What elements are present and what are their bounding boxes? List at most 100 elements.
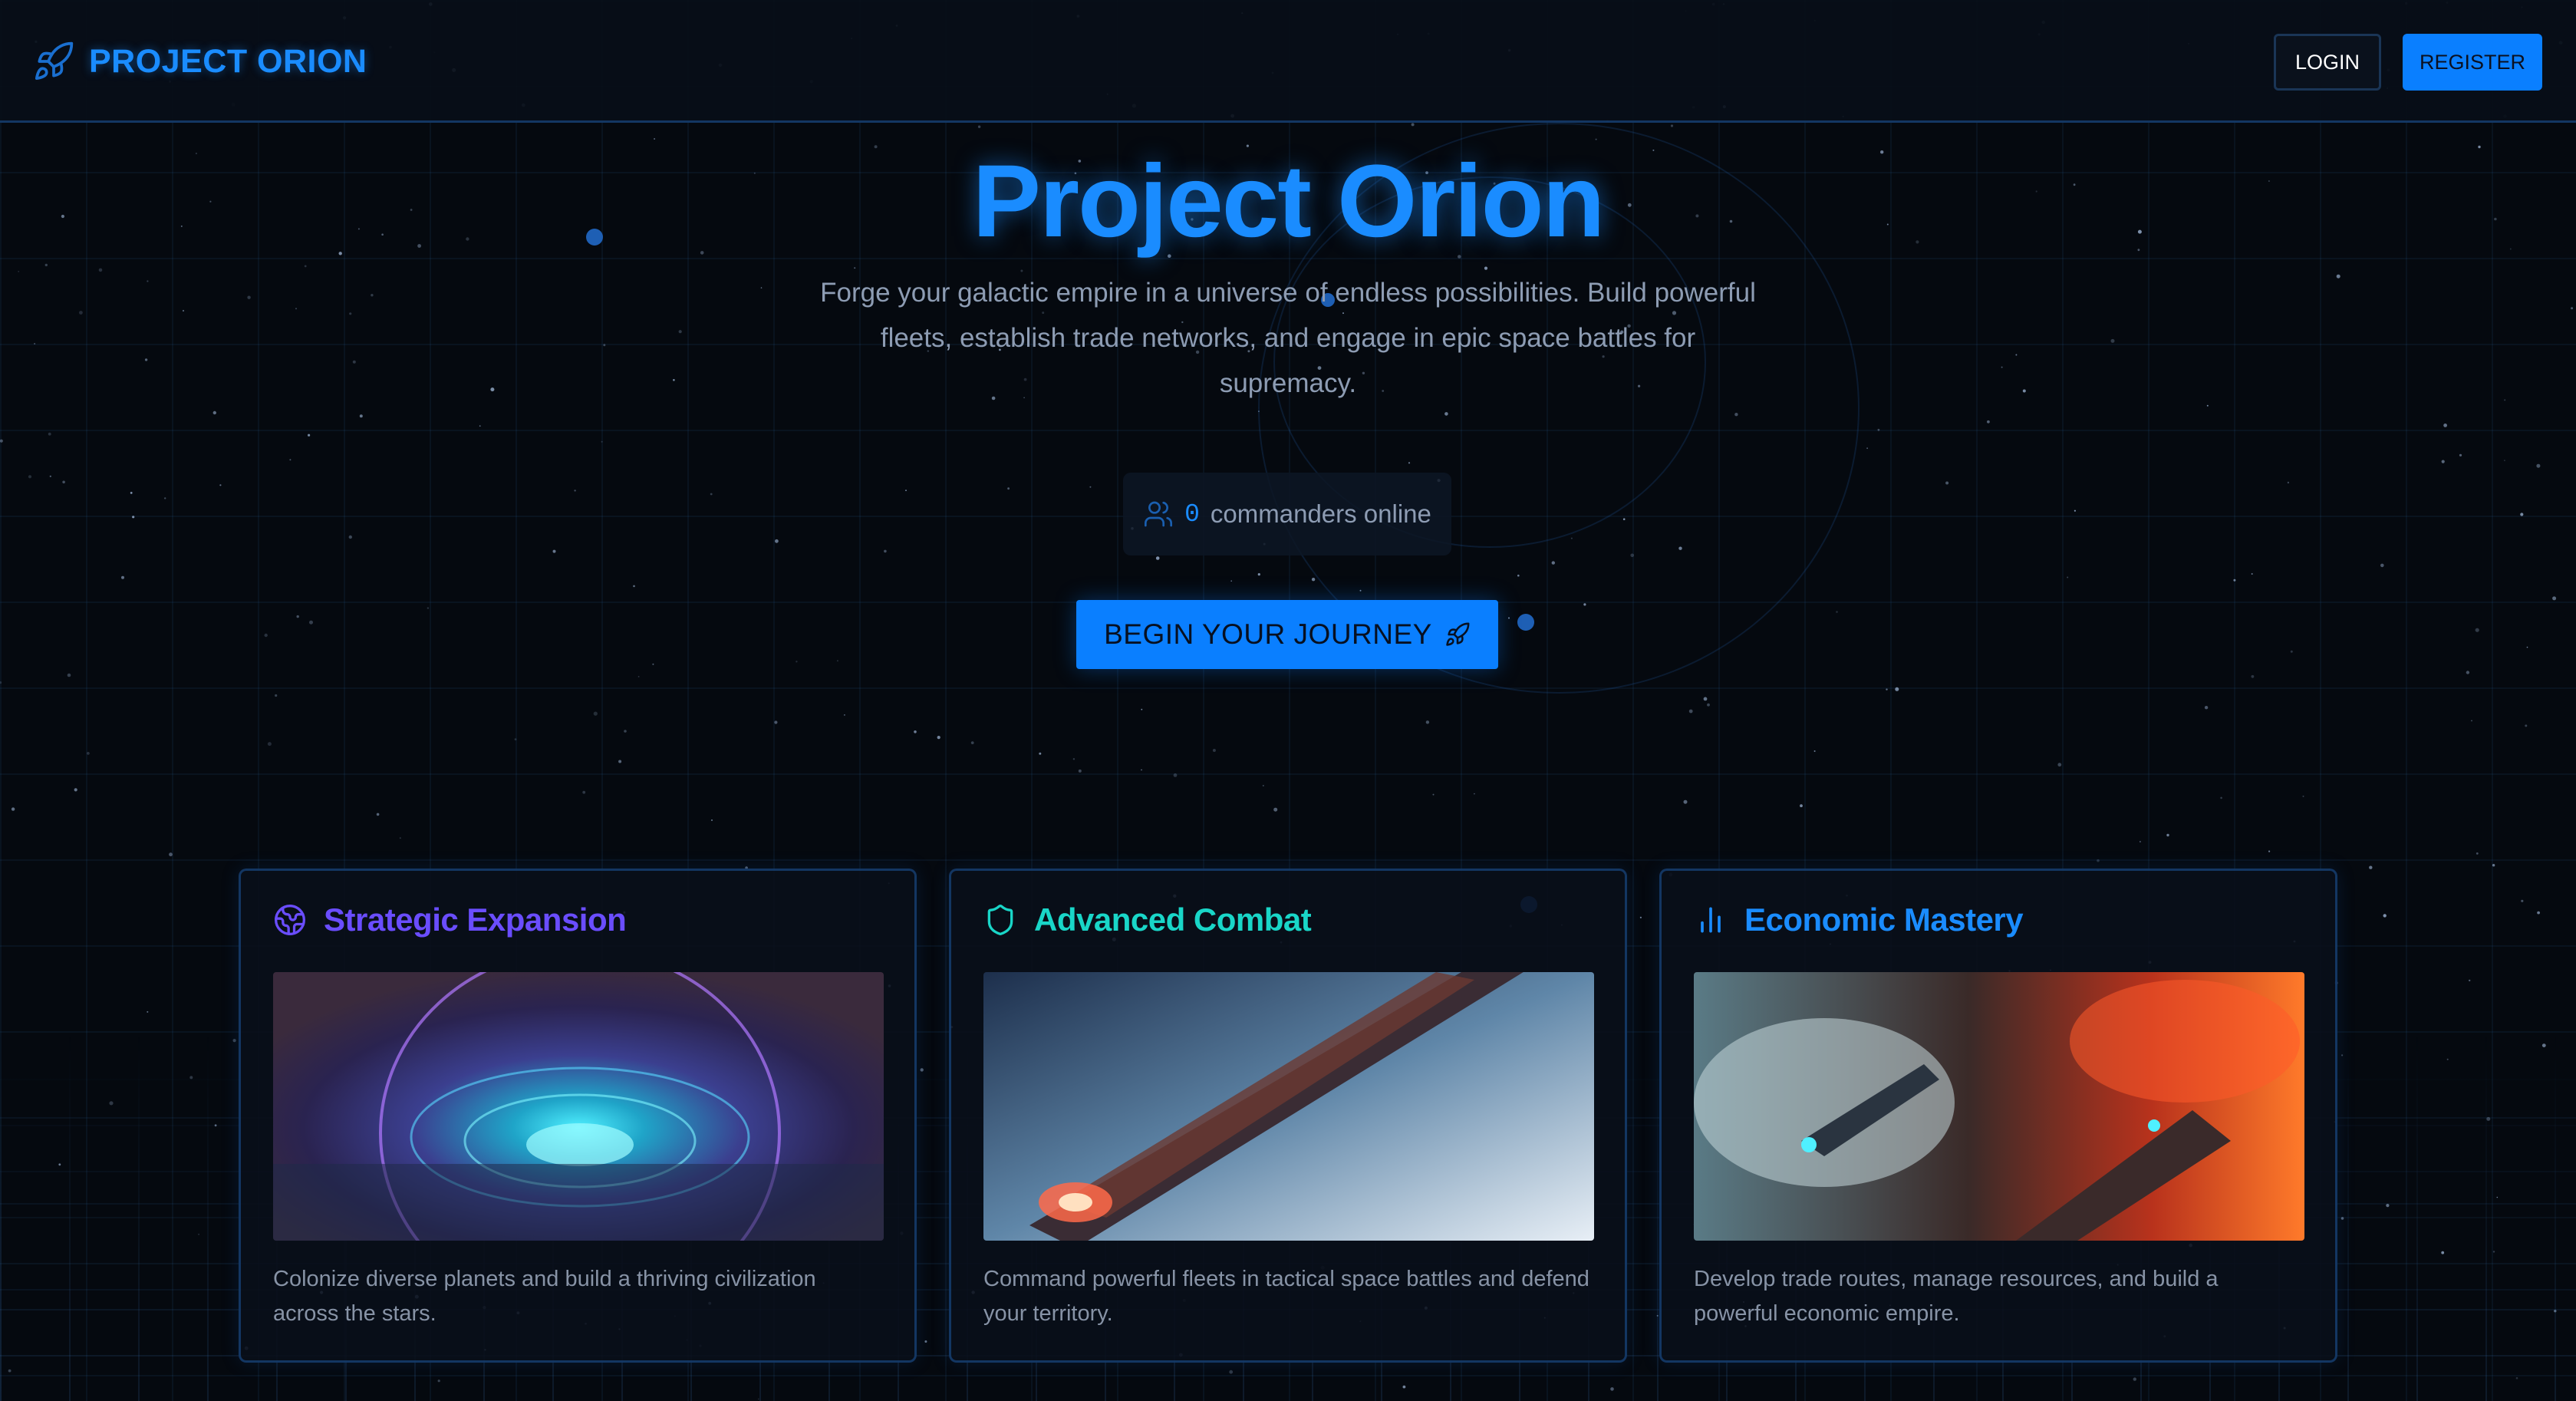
star bbox=[2441, 460, 2445, 463]
star bbox=[296, 615, 299, 618]
star bbox=[582, 790, 586, 794]
feature-card-economic-mastery: Economic Mastery Develop trade routes, m… bbox=[1659, 869, 2337, 1363]
bar-chart-icon bbox=[1701, 907, 1721, 933]
star bbox=[1425, 720, 1430, 724]
star bbox=[2443, 424, 2448, 427]
star bbox=[1987, 420, 1990, 424]
star bbox=[514, 738, 517, 740]
star bbox=[11, 807, 15, 811]
begin-journey-button[interactable]: BEGIN YOUR JOURNEY bbox=[1076, 600, 1498, 669]
star bbox=[618, 760, 622, 763]
star bbox=[121, 575, 124, 579]
star bbox=[654, 138, 655, 140]
star bbox=[2521, 899, 2524, 902]
star bbox=[2369, 865, 2373, 869]
star bbox=[304, 265, 307, 268]
star bbox=[1141, 769, 1142, 771]
star bbox=[130, 492, 133, 494]
star bbox=[673, 379, 675, 381]
star bbox=[2290, 650, 2293, 653]
shield-icon bbox=[987, 905, 1013, 935]
star bbox=[2504, 460, 2505, 461]
star bbox=[1703, 697, 1708, 701]
star bbox=[376, 813, 380, 816]
star bbox=[182, 309, 185, 312]
star bbox=[67, 673, 71, 677]
star bbox=[844, 714, 845, 716]
star bbox=[359, 414, 363, 418]
feature-description: Colonize diverse planets and build a thr… bbox=[273, 1267, 816, 1326]
register-button[interactable]: REGISTER bbox=[2403, 34, 2542, 91]
star bbox=[289, 459, 292, 461]
star bbox=[1007, 487, 1010, 490]
star bbox=[1273, 807, 1278, 812]
star bbox=[399, 837, 401, 839]
star bbox=[1141, 708, 1143, 710]
star bbox=[2001, 366, 2003, 368]
star bbox=[2520, 513, 2524, 516]
trade-ships-image bbox=[1694, 972, 2304, 1241]
star bbox=[1089, 486, 1092, 488]
star bbox=[678, 330, 682, 334]
star bbox=[0, 439, 3, 443]
star bbox=[1866, 447, 1869, 450]
star bbox=[1639, 916, 1642, 918]
star bbox=[2268, 850, 2271, 852]
star bbox=[637, 676, 640, 677]
login-button[interactable]: LOGIN bbox=[2274, 34, 2381, 91]
star bbox=[2220, 796, 2222, 799]
star bbox=[914, 730, 917, 733]
star bbox=[49, 475, 51, 477]
star bbox=[574, 490, 576, 492]
star bbox=[2251, 674, 2255, 678]
star bbox=[937, 736, 940, 740]
star bbox=[147, 280, 149, 282]
star bbox=[308, 433, 311, 437]
top-navbar: PROJECT ORION LOGIN REGISTER bbox=[0, 0, 2576, 123]
star bbox=[652, 663, 654, 665]
star bbox=[2074, 509, 2076, 512]
star bbox=[884, 549, 887, 553]
star bbox=[1155, 556, 1160, 560]
star bbox=[309, 620, 313, 625]
star bbox=[1945, 481, 1949, 485]
star bbox=[1039, 752, 1042, 755]
star bbox=[1707, 703, 1710, 707]
star bbox=[552, 549, 556, 553]
star bbox=[593, 711, 598, 716]
star bbox=[0, 681, 2, 684]
star bbox=[295, 308, 297, 310]
star bbox=[2525, 724, 2528, 727]
star bbox=[2492, 864, 2495, 867]
star bbox=[219, 484, 222, 486]
star bbox=[34, 343, 36, 344]
star bbox=[1836, 611, 1838, 613]
online-counter: 0 commanders online bbox=[1123, 473, 1451, 555]
star bbox=[2233, 579, 2236, 582]
feature-description: Command powerful fleets in tactical spac… bbox=[983, 1267, 1589, 1326]
star bbox=[1474, 793, 1475, 795]
star bbox=[48, 432, 51, 436]
star bbox=[970, 741, 974, 744]
star bbox=[2504, 399, 2506, 401]
hero-description: Forge your galactic empire in a universe… bbox=[820, 278, 1756, 398]
star bbox=[624, 730, 627, 733]
star bbox=[774, 720, 778, 724]
star bbox=[2466, 671, 2470, 674]
brand-logo[interactable]: PROJECT ORION bbox=[32, 40, 367, 83]
star bbox=[87, 752, 90, 755]
star bbox=[1877, 428, 1880, 431]
star bbox=[2097, 859, 2100, 862]
online-label: commanders online bbox=[1210, 499, 1431, 528]
star bbox=[1813, 750, 1816, 752]
star bbox=[74, 788, 77, 792]
star bbox=[836, 660, 838, 662]
star bbox=[603, 344, 606, 347]
globe-icon bbox=[275, 905, 305, 935]
star bbox=[633, 585, 635, 588]
star bbox=[2552, 596, 2557, 601]
star bbox=[796, 661, 798, 663]
hero-title: Project Orion bbox=[972, 144, 1606, 259]
star bbox=[1173, 773, 1178, 777]
star bbox=[28, 475, 32, 479]
